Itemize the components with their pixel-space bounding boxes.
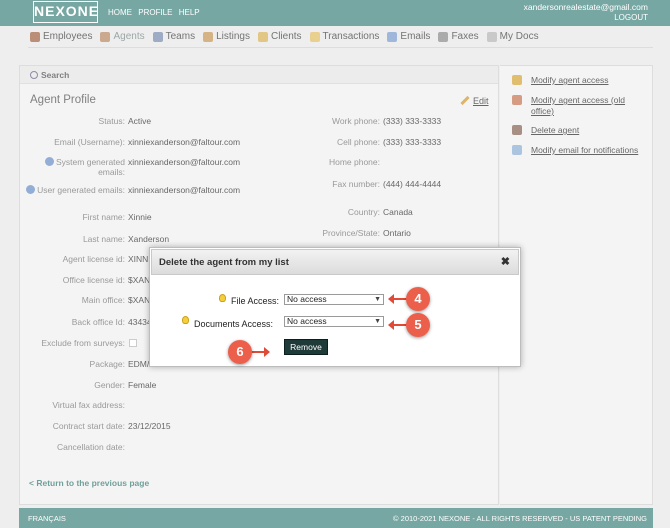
chevron-down-icon: ▼ — [374, 296, 381, 303]
file-access-label: File Access: — [231, 296, 280, 306]
close-icon[interactable]: ✖ — [501, 255, 510, 268]
dialog-title: Delete the agent from my list — [159, 257, 289, 268]
lightbulb-icon — [182, 316, 189, 324]
remove-button[interactable]: Remove — [284, 339, 328, 355]
chevron-down-icon: ▼ — [374, 318, 381, 325]
step-badge-6: 6 — [228, 340, 252, 364]
delete-agent-dialog: Delete the agent from my list ✖ File Acc… — [149, 247, 521, 367]
step-badge-5: 5 — [406, 313, 430, 337]
dialog-header: Delete the agent from my list ✖ — [151, 249, 519, 275]
file-access-select[interactable]: No access ▼ — [284, 294, 384, 305]
step-badge-4: 4 — [406, 287, 430, 311]
documents-access-select[interactable]: No access ▼ — [284, 316, 384, 327]
step-arrow — [250, 347, 270, 357]
documents-access-label: Documents Access: — [194, 319, 274, 329]
lightbulb-icon — [219, 294, 226, 302]
